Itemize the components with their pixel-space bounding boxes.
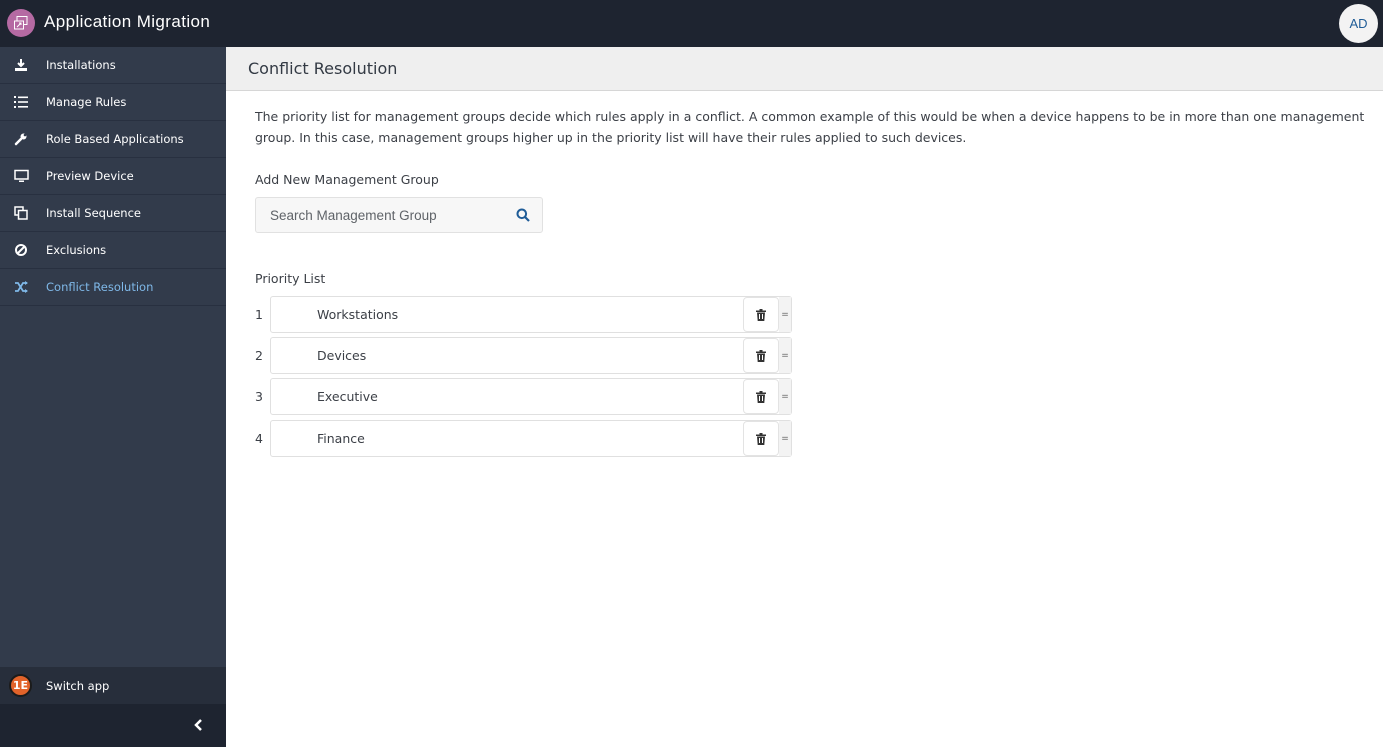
priority-rank: 3: [255, 389, 263, 404]
app-logo-icon: [7, 9, 35, 37]
priority-card[interactable]: Devices =: [270, 337, 792, 374]
delete-button[interactable]: [743, 421, 779, 456]
monitor-icon: [12, 167, 30, 185]
priority-rank: 1: [255, 307, 263, 322]
page-title: Conflict Resolution: [248, 59, 398, 78]
trash-icon: [756, 390, 766, 403]
sidebar-item-exclusions[interactable]: Exclusions: [0, 232, 226, 269]
priority-list-item[interactable]: 4 Finance =: [255, 420, 792, 458]
sidebar-item-label: Preview Device: [46, 169, 134, 183]
priority-card[interactable]: Finance =: [270, 420, 792, 457]
priority-rank: 2: [255, 348, 263, 363]
group-name: Executive: [317, 389, 378, 404]
sidebar-item-install-sequence[interactable]: Install Sequence: [0, 195, 226, 232]
ordered-list-icon: [12, 93, 30, 111]
chevron-left-icon: [194, 719, 202, 731]
shuffle-icon: [12, 278, 30, 296]
sidebar-item-manage-rules[interactable]: Manage Rules: [0, 84, 226, 121]
sidebar-item-label: Exclusions: [46, 243, 107, 257]
top-bar: Application Migration AD: [0, 0, 1383, 47]
sidebar-item-label: Conflict Resolution: [46, 280, 154, 294]
priority-list-item[interactable]: 3 Executive =: [255, 378, 792, 416]
priority-rank: 4: [255, 431, 263, 446]
group-name: Workstations: [317, 307, 399, 322]
drag-handle[interactable]: =: [779, 338, 791, 373]
sidebar-item-preview-device[interactable]: Preview Device: [0, 158, 226, 195]
trash-icon: [756, 349, 766, 362]
search-icon[interactable]: [516, 208, 530, 222]
priority-card[interactable]: Workstations =: [270, 296, 792, 333]
sidebar-item-label: Manage Rules: [46, 95, 127, 109]
wrench-icon: [12, 130, 30, 148]
delete-button[interactable]: [743, 379, 779, 414]
sidebar-item-label: Install Sequence: [46, 206, 141, 220]
ban-icon: [12, 241, 30, 259]
search-input[interactable]: [256, 198, 506, 232]
main-content: Conflict Resolution The priority list fo…: [226, 47, 1383, 747]
page-header: Conflict Resolution: [226, 47, 1383, 91]
priority-list-item[interactable]: 1 Workstations =: [255, 296, 792, 334]
sidebar-footer: [0, 704, 226, 747]
drag-handle[interactable]: =: [779, 421, 791, 456]
collapse-sidebar-button[interactable]: [190, 716, 206, 734]
trash-icon: [756, 308, 766, 321]
drag-handle[interactable]: =: [779, 297, 791, 332]
copy-icon: [12, 204, 30, 222]
page-description: The priority list for management groups …: [255, 109, 1365, 145]
drag-handle[interactable]: =: [779, 379, 791, 414]
switch-app-label: Switch app: [46, 678, 110, 693]
download-icon: [12, 56, 30, 74]
sidebar-item-conflict-resolution[interactable]: Conflict Resolution: [0, 269, 226, 306]
switch-app-button[interactable]: 1E Switch app: [0, 667, 226, 704]
add-group-label: Add New Management Group: [255, 172, 439, 187]
group-name: Finance: [317, 431, 365, 446]
app-title: Application Migration: [44, 12, 211, 31]
sidebar-item-installations[interactable]: Installations: [0, 47, 226, 84]
priority-list-item[interactable]: 2 Devices =: [255, 337, 792, 375]
group-name: Devices: [317, 348, 367, 363]
sidebar: Installations Manage Rules Role Based Ap…: [0, 47, 226, 747]
sidebar-item-role-based-applications[interactable]: Role Based Applications: [0, 121, 226, 158]
sidebar-item-label: Role Based Applications: [46, 132, 184, 146]
delete-button[interactable]: [743, 297, 779, 332]
search-management-group[interactable]: [255, 197, 543, 233]
trash-icon: [756, 432, 766, 445]
user-avatar[interactable]: AD: [1339, 4, 1378, 43]
priority-list-label: Priority List: [255, 271, 326, 286]
delete-button[interactable]: [743, 338, 779, 373]
priority-card[interactable]: Executive =: [270, 378, 792, 415]
switch-app-logo-icon: 1E: [9, 674, 32, 697]
sidebar-item-label: Installations: [46, 58, 116, 72]
